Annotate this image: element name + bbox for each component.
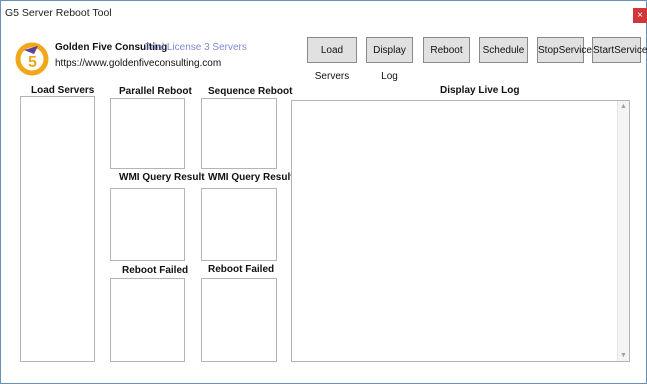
wmi-query-result-label-2: WMI Query Result (208, 172, 294, 183)
app-window: G5 Server Reboot Tool × 5 Golden Five Co… (0, 0, 647, 384)
g5-logo-icon: 5 (15, 42, 49, 76)
svg-text:5: 5 (28, 54, 37, 71)
display-live-log-label: Display Live Log (440, 85, 520, 96)
wmi-query-result-list-1[interactable] (110, 188, 185, 261)
company-url: https://www.goldenfiveconsulting.com (55, 58, 222, 69)
title-bar: G5 Server Reboot Tool × (1, 1, 647, 29)
parallel-reboot-list[interactable] (110, 98, 185, 169)
wmi-query-result-list-2[interactable] (201, 188, 277, 261)
display-log-button[interactable]: Display Log (366, 37, 413, 82)
reboot-failed-list-1[interactable] (110, 278, 185, 362)
sequence-reboot-label: Sequence Reboot (208, 86, 293, 97)
start-services-button[interactable]: StartServices (592, 37, 647, 63)
scroll-down-arrow-icon[interactable]: ▼ (620, 352, 627, 359)
sequence-reboot-list[interactable] (201, 98, 277, 169)
parallel-reboot-label: Parallel Reboot (119, 86, 192, 97)
reboot-failed-list-2[interactable] (201, 278, 277, 362)
reboot-button[interactable]: Reboot (423, 37, 470, 63)
stop-services-button[interactable]: StopServices (537, 37, 597, 63)
live-log-textbox[interactable]: ▲ ▼ (291, 100, 630, 362)
live-log-scrollbar[interactable]: ▲ ▼ (617, 101, 629, 361)
reboot-failed-label-2: Reboot Failed (208, 264, 275, 275)
load-servers-list[interactable] (20, 96, 95, 362)
load-servers-button[interactable]: Load Servers (307, 37, 357, 82)
window-title: G5 Server Reboot Tool (5, 7, 112, 19)
reboot-failed-label-1: Reboot Failed (122, 265, 189, 276)
scroll-up-arrow-icon[interactable]: ▲ (620, 103, 627, 110)
close-icon[interactable]: × (633, 8, 647, 23)
load-servers-label: Load Servers (31, 85, 95, 96)
wmi-query-result-label-1: WMI Query Result (119, 172, 205, 183)
license-label: Trial License 3 Servers (145, 42, 247, 53)
schedule-button[interactable]: Schedule (479, 37, 528, 63)
